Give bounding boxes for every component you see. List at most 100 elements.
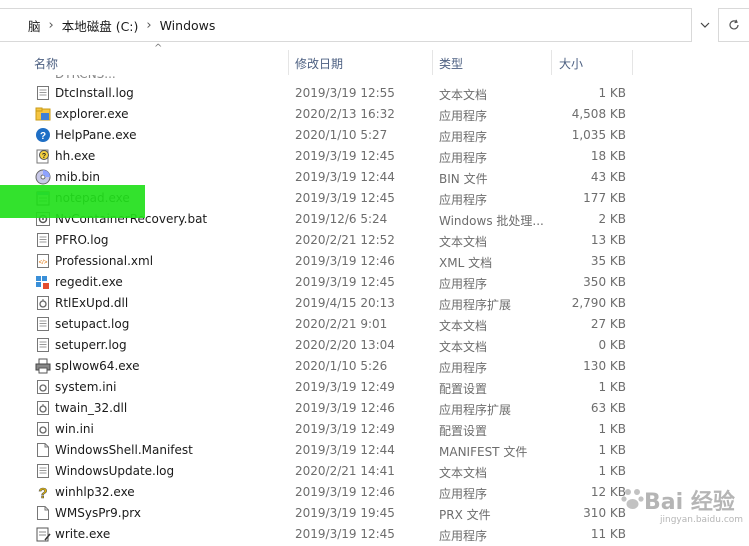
svg-text:</>: </> [39,260,48,266]
file-row[interactable]: system.ini 2019/3/19 12:49 配置设置 1 KB [0,377,749,398]
file-modified-date: 2019/4/15 20:13 [295,296,395,310]
file-row[interactable]: WindowsUpdate.log 2020/2/21 14:41 文本文档 1 KB [0,461,749,482]
column-divider[interactable] [288,50,289,75]
file-type: 应用程序 [439,130,488,144]
file-row[interactable]: regedit.exe 2019/3/19 12:45 应用程序 350 KB [0,272,749,293]
xml-file-icon: </> [35,253,51,269]
file-row[interactable]: setuperr.log 2020/2/20 13:04 文本文档 0 KB [0,335,749,356]
svg-text:?: ? [38,485,47,500]
breadcrumb-item-windows[interactable]: Windows [154,18,222,33]
highlight-marker [0,185,145,218]
column-header-size[interactable]: 大小 [559,55,583,72]
refresh-button[interactable] [718,8,749,42]
file-modified-date: 2019/3/19 12:49 [295,380,395,394]
address-history-dropdown[interactable] [695,14,715,36]
file-type: Windows 批处理... [439,214,544,228]
help-doc-icon: ? [35,148,51,164]
file-row[interactable]: explorer.exe 2020/2/13 16:32 应用程序 4,508 KB [0,104,749,125]
file-row[interactable]: RtlExUpd.dll 2019/4/15 20:13 应用程序扩展 2,790 K… [0,293,749,314]
file-type: 应用程序 [439,193,488,207]
file-name: mib.bin [55,170,101,184]
file-modified-date: 2020/2/21 12:52 [295,233,395,247]
file-type: 应用程序 [439,487,488,501]
refresh-icon [729,19,739,30]
breadcrumb-separator[interactable]: › [144,18,153,33]
registry-icon [35,274,51,290]
dll-file-icon [35,295,51,311]
file-type: 应用程序 [439,361,488,375]
file-row[interactable]: win.ini 2019/3/19 12:49 配置设置 1 KB [0,419,749,440]
file-type: 文本文档 [439,340,488,354]
column-header-type[interactable]: 类型 [439,55,463,72]
file-modified-date: 2019/3/19 12:45 [295,191,395,205]
file-name: setuperr.log [55,338,127,352]
breadcrumb-item-computer[interactable]: 脑 [22,16,47,35]
paw-icon [621,489,644,509]
column-header-date[interactable]: 修改日期 [295,55,343,72]
watermark-url: jingyan.baidu.com [660,515,744,525]
file-type: 应用程序 [439,529,488,543]
watermark: Bai 经验 jingyan.baidu.com [620,484,744,534]
svg-text:?: ? [40,131,46,142]
file-modified-date: 2020/1/10 5:26 [295,359,388,373]
text-file-icon [35,463,51,479]
file-type: 应用程序 [439,109,488,123]
file-name: WindowsUpdate.log [55,464,175,478]
file-size: 18 KB [590,149,626,163]
breadcrumb-separator[interactable]: › [47,18,56,33]
file-type: 应用程序扩展 [439,403,512,417]
file-size: 63 KB [590,401,626,415]
file-row[interactable]: ? hh.exe 2019/3/19 12:45 应用程序 18 KB [0,146,749,167]
column-header-name[interactable]: 名称 [34,55,58,72]
file-type: 文本文档 [439,466,488,480]
file-size: 43 KB [590,170,626,184]
file-row[interactable]: splwow64.exe 2020/1/10 5:26 应用程序 130 KB [0,356,749,377]
file-name: system.ini [55,380,117,394]
file-row[interactable]: DtcInstall.log 2019/3/19 12:55 文本文档 1 KB [0,83,749,104]
file-size: 1 KB [598,443,626,457]
file-size: 0 KB [598,338,626,352]
file-type: PRX 文件 [439,508,491,522]
file-row[interactable]: ? HelpPane.exe 2020/1/10 5:27 应用程序 1,035 KB [0,125,749,146]
file-row[interactable]: PFRO.log 2020/2/21 12:52 文本文档 13 KB [0,230,749,251]
text-file-icon [35,85,51,101]
file-name: WindowsShell.Manifest [55,443,193,457]
file-row[interactable]: twain_32.dll 2019/3/19 12:46 应用程序扩展 63 KB [0,398,749,419]
file-type: MANIFEST 文件 [439,445,528,459]
file-modified-date: 2020/2/20 13:04 [295,338,395,352]
file-row[interactable]: setupact.log 2020/2/21 9:01 文本文档 27 KB [0,314,749,335]
text-file-icon [35,316,51,332]
file-modified-date: 2019/3/19 12:46 [295,485,395,499]
chevron-down-icon [700,22,710,28]
file-type: 文本文档 [439,88,488,102]
file-size: 1 KB [598,380,626,394]
file-name: RtlExUpd.dll [55,296,129,310]
text-file-icon [35,337,51,353]
help-icon: ? [35,127,51,143]
file-name: WMSysPr9.prx [55,506,141,520]
file-list[interactable]: DTRCNS... DtcInstall.log 2019/3/19 12:55 文… [0,75,749,546]
file-size: 27 KB [590,317,626,331]
file-modified-date: 2020/2/21 9:01 [295,317,388,331]
file-type: 配置设置 [439,424,488,438]
file-row[interactable]: </> Professional.xml 2019/3/19 12:46 XML 文档… [0,251,749,272]
file-name: setupact.log [55,317,130,331]
watermark-text: Bai 经验 [644,490,735,515]
file-modified-date: 2020/2/21 14:41 [295,464,395,478]
file-name: hh.exe [55,149,96,163]
address-bar[interactable]: 脑 › 本地磁盘 (C:) › Windows [0,8,692,42]
file-size: 35 KB [590,254,626,268]
column-divider[interactable] [632,50,633,75]
column-divider[interactable] [551,50,552,75]
file-name: splwow64.exe [55,359,140,373]
file-modified-date: 2020/1/10 5:27 [295,128,388,142]
file-type: 应用程序 [439,151,488,165]
folder-app-icon [35,106,51,122]
file-row[interactable]: WindowsShell.Manifest 2019/3/19 12:44 MANI… [0,440,749,461]
file-type: XML 文档 [439,256,493,270]
file-size: 1 KB [598,464,626,478]
file-type: BIN 文件 [439,172,488,186]
breadcrumb-item-drive[interactable]: 本地磁盘 (C:) [56,16,145,35]
svg-text:?: ? [42,153,46,160]
column-divider[interactable] [432,50,433,75]
